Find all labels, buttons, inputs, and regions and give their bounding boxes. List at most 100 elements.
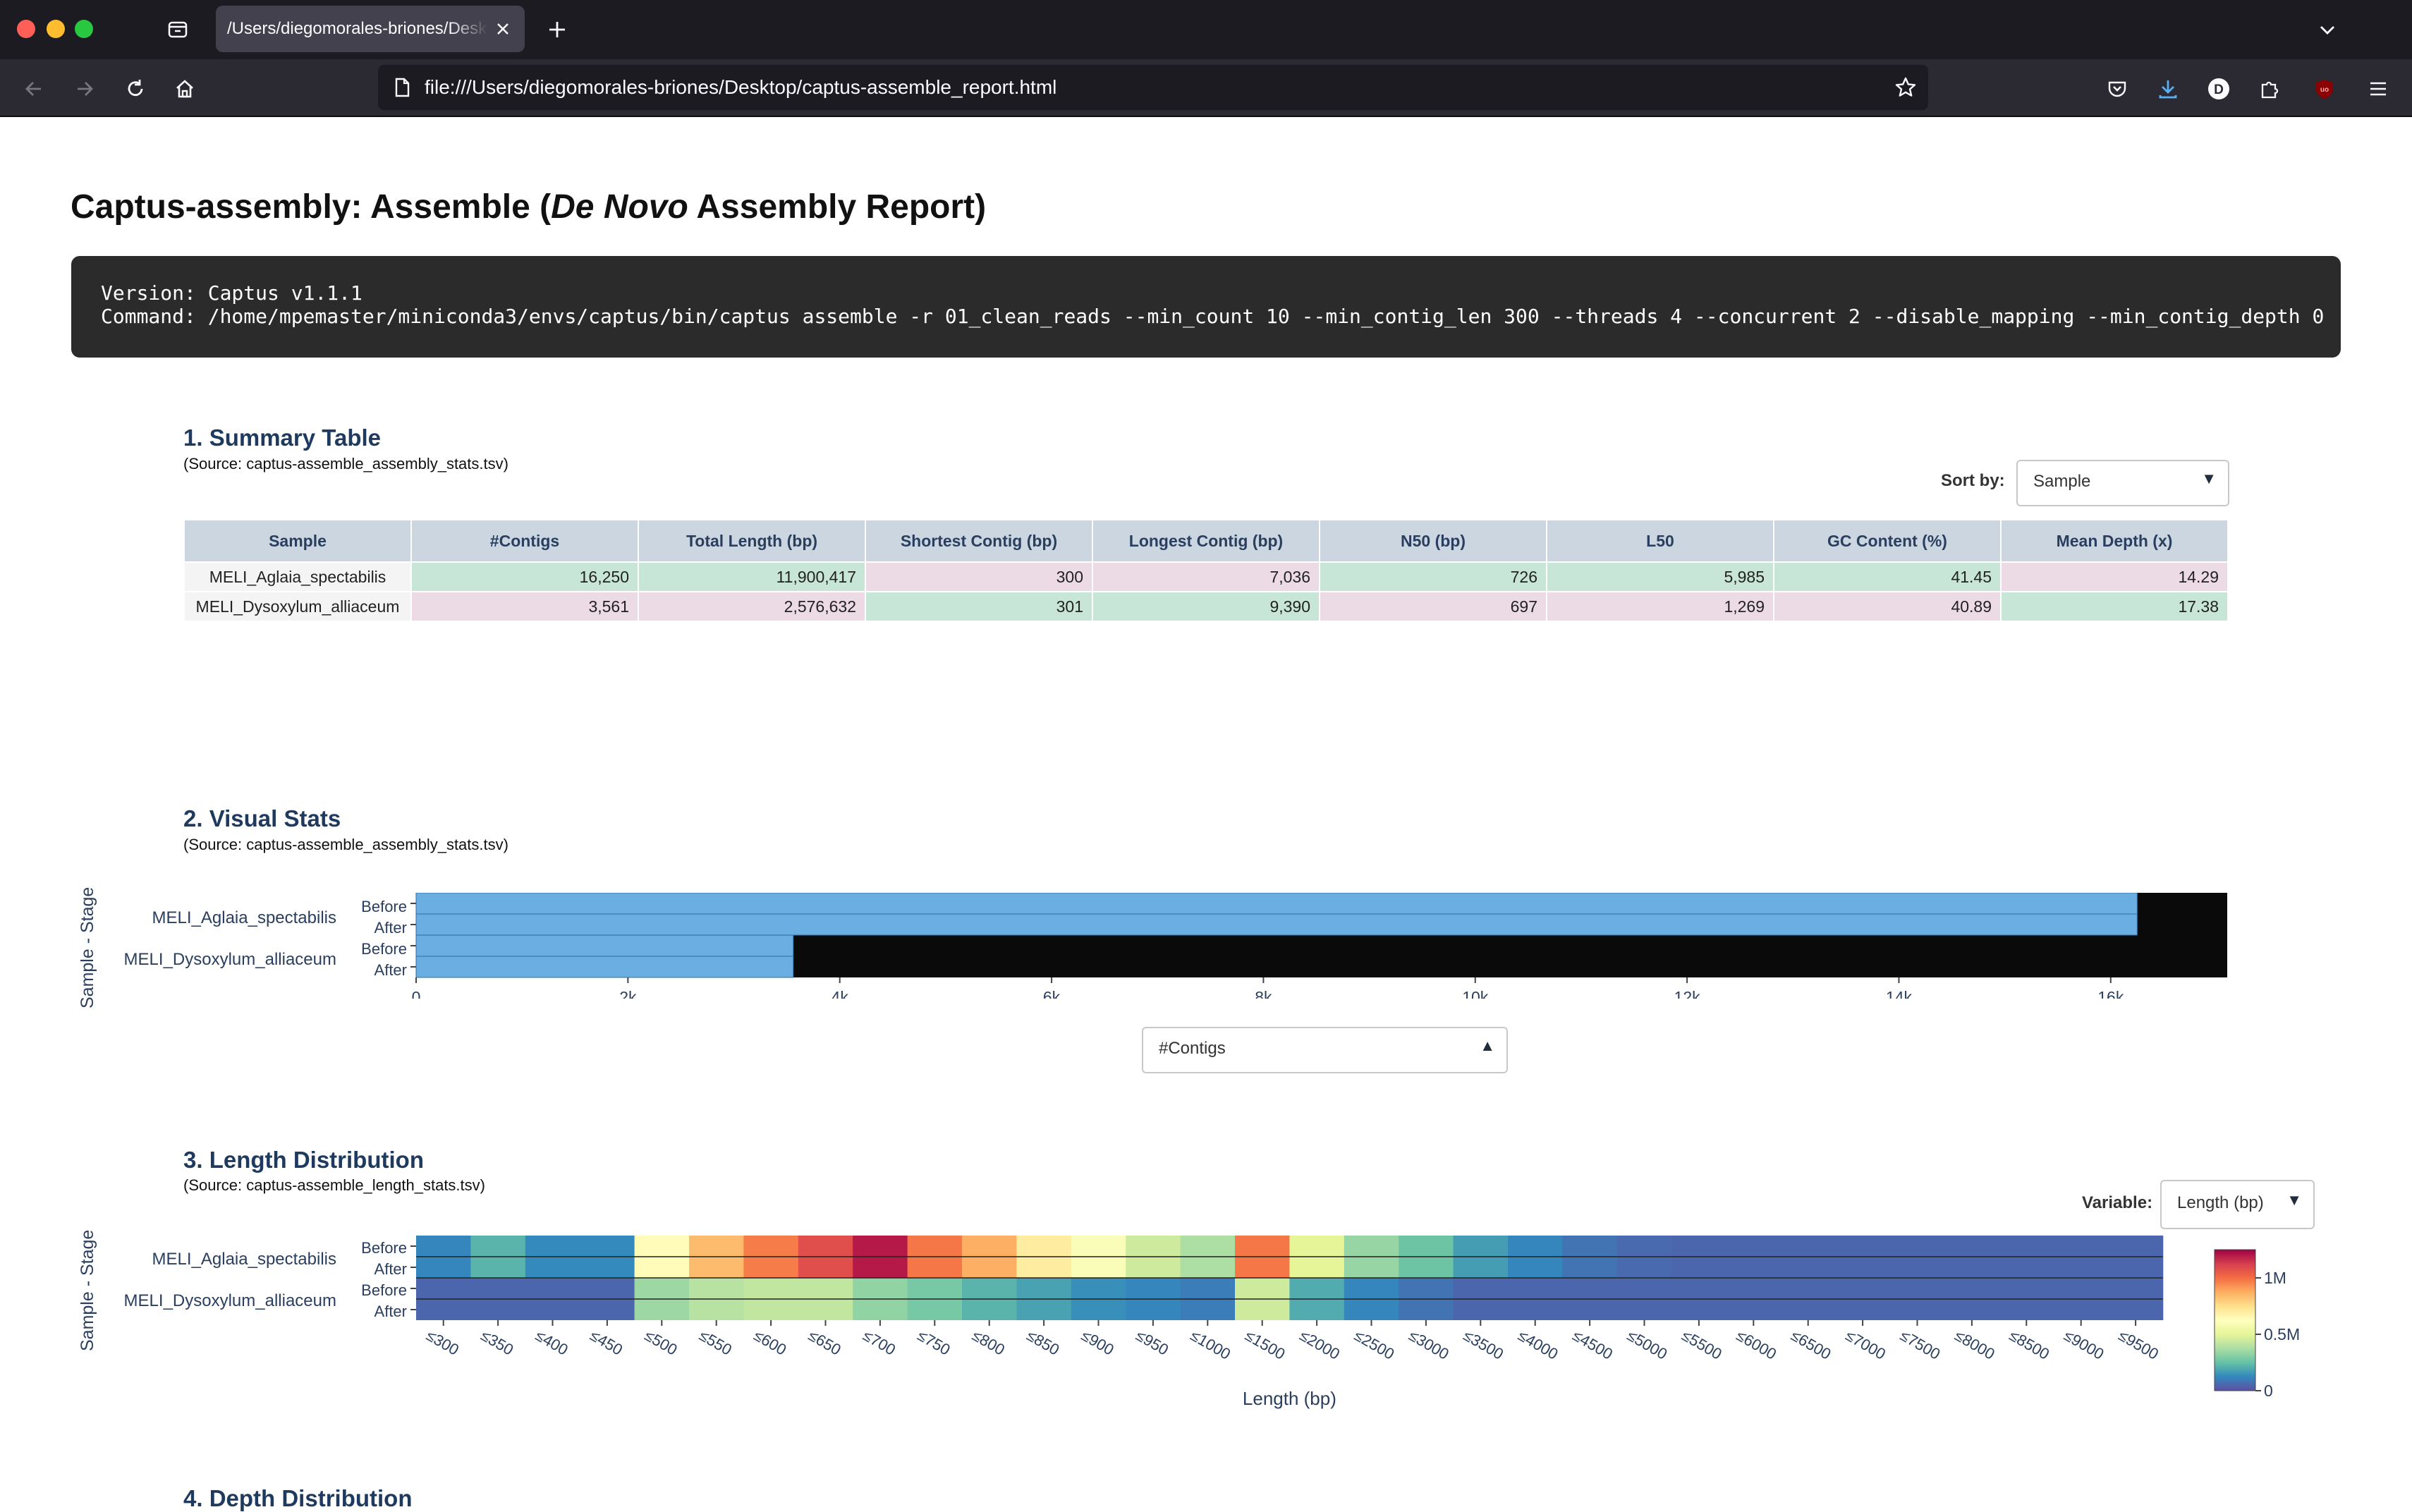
command-code-block: Version: Captus v1.1.1 Command: /home/mpe… [71, 256, 2341, 358]
table-column-header[interactable]: GC Content (%) [1773, 519, 2002, 563]
heatmap-cell [962, 1257, 1017, 1278]
heatmap-cell [798, 1278, 853, 1299]
heatmap-cell [1016, 1257, 1072, 1278]
table-column-header[interactable]: Mean Depth (x) [2000, 519, 2229, 563]
bookmark-star-icon[interactable] [1892, 73, 1920, 102]
window-close-button[interactable] [17, 20, 35, 38]
x-tick-label: ≤2500 [1351, 1327, 1397, 1363]
heatmap-cell [1508, 1278, 1563, 1299]
extensions-puzzle-icon[interactable] [2254, 73, 2285, 104]
x-tick-label: ≤6000 [1734, 1327, 1779, 1363]
report-title: Captus-assembly: Assemble (De Novo Assem… [71, 188, 987, 226]
page-info-icon[interactable] [388, 73, 416, 102]
heatmap-cell [1016, 1236, 1072, 1257]
heatmap-cell [1781, 1299, 1836, 1320]
table-cell-sample: MELI_Aglaia_spectabilis [183, 561, 412, 592]
x-tick-label: ≤750 [915, 1327, 954, 1359]
table-column-header[interactable]: L50 [1546, 519, 1774, 563]
table-cell: 11,900,417 [638, 561, 866, 592]
heatmap-cell [1016, 1278, 1072, 1299]
firefox-view-icon[interactable] [164, 16, 192, 44]
visual-stats-variable-dropdown[interactable]: #Contigs ▲ [1142, 1027, 1508, 1073]
heatmap-cell [743, 1257, 799, 1278]
heatmap-cell [1180, 1236, 1236, 1257]
back-icon[interactable] [18, 73, 49, 104]
heatmap-cell [1126, 1278, 1181, 1299]
colorbar-tick-label: 0 [2264, 1382, 2273, 1400]
table-column-header[interactable]: Sample [183, 519, 412, 563]
app-menu-icon[interactable] [2363, 73, 2394, 104]
heatmap-cell [1344, 1236, 1399, 1257]
heatmap-cell [1781, 1257, 1836, 1278]
heatmap-cell [525, 1299, 580, 1320]
heatmap-cell [1726, 1278, 1781, 1299]
heatmap-cell [1126, 1257, 1181, 1278]
heatmap-cell [1999, 1299, 2054, 1320]
sort-by-select[interactable]: Sample ▼ [2016, 460, 2229, 506]
table-column-header[interactable]: Total Length (bp) [638, 519, 866, 563]
dropdown-arrow-icon: ▼ [2201, 470, 2217, 487]
heatmap-cell [1399, 1257, 1454, 1278]
heatmap-cell [1616, 1257, 1672, 1278]
version-line: Version: Captus v1.1.1 [101, 281, 363, 305]
table-cell: 2,576,632 [638, 591, 866, 622]
x-tick-label: ≤1500 [1242, 1327, 1288, 1363]
x-tick-label: ≤8000 [1951, 1327, 1997, 1363]
heatmap-cell [1671, 1278, 1727, 1299]
account-avatar[interactable]: D [2203, 73, 2234, 104]
heatmap-cell [1999, 1257, 2054, 1278]
url-bar[interactable]: file:///Users/diegomorales-briones/Deskt… [378, 65, 1928, 110]
bar-mark [415, 956, 794, 978]
heatmap-cell [580, 1257, 635, 1278]
section-length-distribution-title: 3. Length Distribution [183, 1147, 424, 1173]
reload-icon[interactable] [120, 73, 151, 104]
pocket-icon[interactable] [2102, 73, 2133, 104]
window-minimize-button[interactable] [47, 20, 65, 38]
heatmap-cell [1562, 1299, 1618, 1320]
heatmap-cell [1671, 1299, 1727, 1320]
table-cell: 1,269 [1546, 591, 1774, 622]
table-column-header[interactable]: Shortest Contig (bp) [865, 519, 1093, 563]
heatmap-cell [1562, 1257, 1618, 1278]
heatmap-cell [1399, 1299, 1454, 1320]
heatmap-cell [1726, 1257, 1781, 1278]
heatmap-cell [1235, 1236, 1290, 1257]
new-tab-icon[interactable] [543, 16, 571, 44]
heatmap-cell [416, 1299, 471, 1320]
table-column-header[interactable]: #Contigs [410, 519, 639, 563]
bar-mark [415, 893, 2138, 915]
heatmap-cell [1835, 1236, 1891, 1257]
heatmap-cell [1562, 1278, 1618, 1299]
table-column-header[interactable]: N50 (bp) [1319, 519, 1547, 563]
x-tick-label: ≤9500 [2116, 1327, 2162, 1363]
downloads-icon[interactable] [2152, 73, 2183, 104]
heatmap-cell [2108, 1236, 2164, 1257]
x-tick-label: ≤5000 [1624, 1327, 1670, 1363]
list-all-tabs-icon[interactable] [2313, 16, 2341, 44]
table-cell: 697 [1319, 591, 1547, 622]
colorbar [2214, 1249, 2256, 1391]
home-icon[interactable] [169, 73, 200, 104]
window-maximize-button[interactable] [75, 20, 93, 38]
heatmap-cell [1071, 1278, 1126, 1299]
browser-tab-active[interactable]: /Users/diegomorales-briones/Desktop/capt… [216, 6, 525, 52]
x-tick-label: ≤950 [1133, 1327, 1171, 1359]
table-cell: 17.38 [2000, 591, 2229, 622]
heatmap-cell [525, 1257, 580, 1278]
heatmap-cell [743, 1299, 799, 1320]
x-tick-label: ≤4500 [1570, 1327, 1616, 1363]
ublock-origin-icon[interactable]: uo [2309, 73, 2340, 104]
tab-close-icon[interactable] [491, 17, 515, 41]
colorbar-tick-label: 1M [2264, 1269, 2286, 1287]
colorbar-tick-label: 0.5M [2264, 1325, 2300, 1343]
heatmap-cell [907, 1299, 963, 1320]
length-variable-select[interactable]: Length (bp) ▼ [2160, 1180, 2315, 1229]
visual-stats-y-axis-title: Sample - Stage [78, 886, 97, 1008]
x-tick-label: 4k [832, 988, 849, 999]
forward-icon[interactable] [69, 73, 100, 104]
heatmap-cell [1562, 1236, 1618, 1257]
sort-by-value: Sample [2033, 472, 2091, 491]
heatmap-cell [1289, 1299, 1345, 1320]
table-column-header[interactable]: Longest Contig (bp) [1092, 519, 1320, 563]
x-tick-label: ≤850 [1024, 1327, 1063, 1359]
